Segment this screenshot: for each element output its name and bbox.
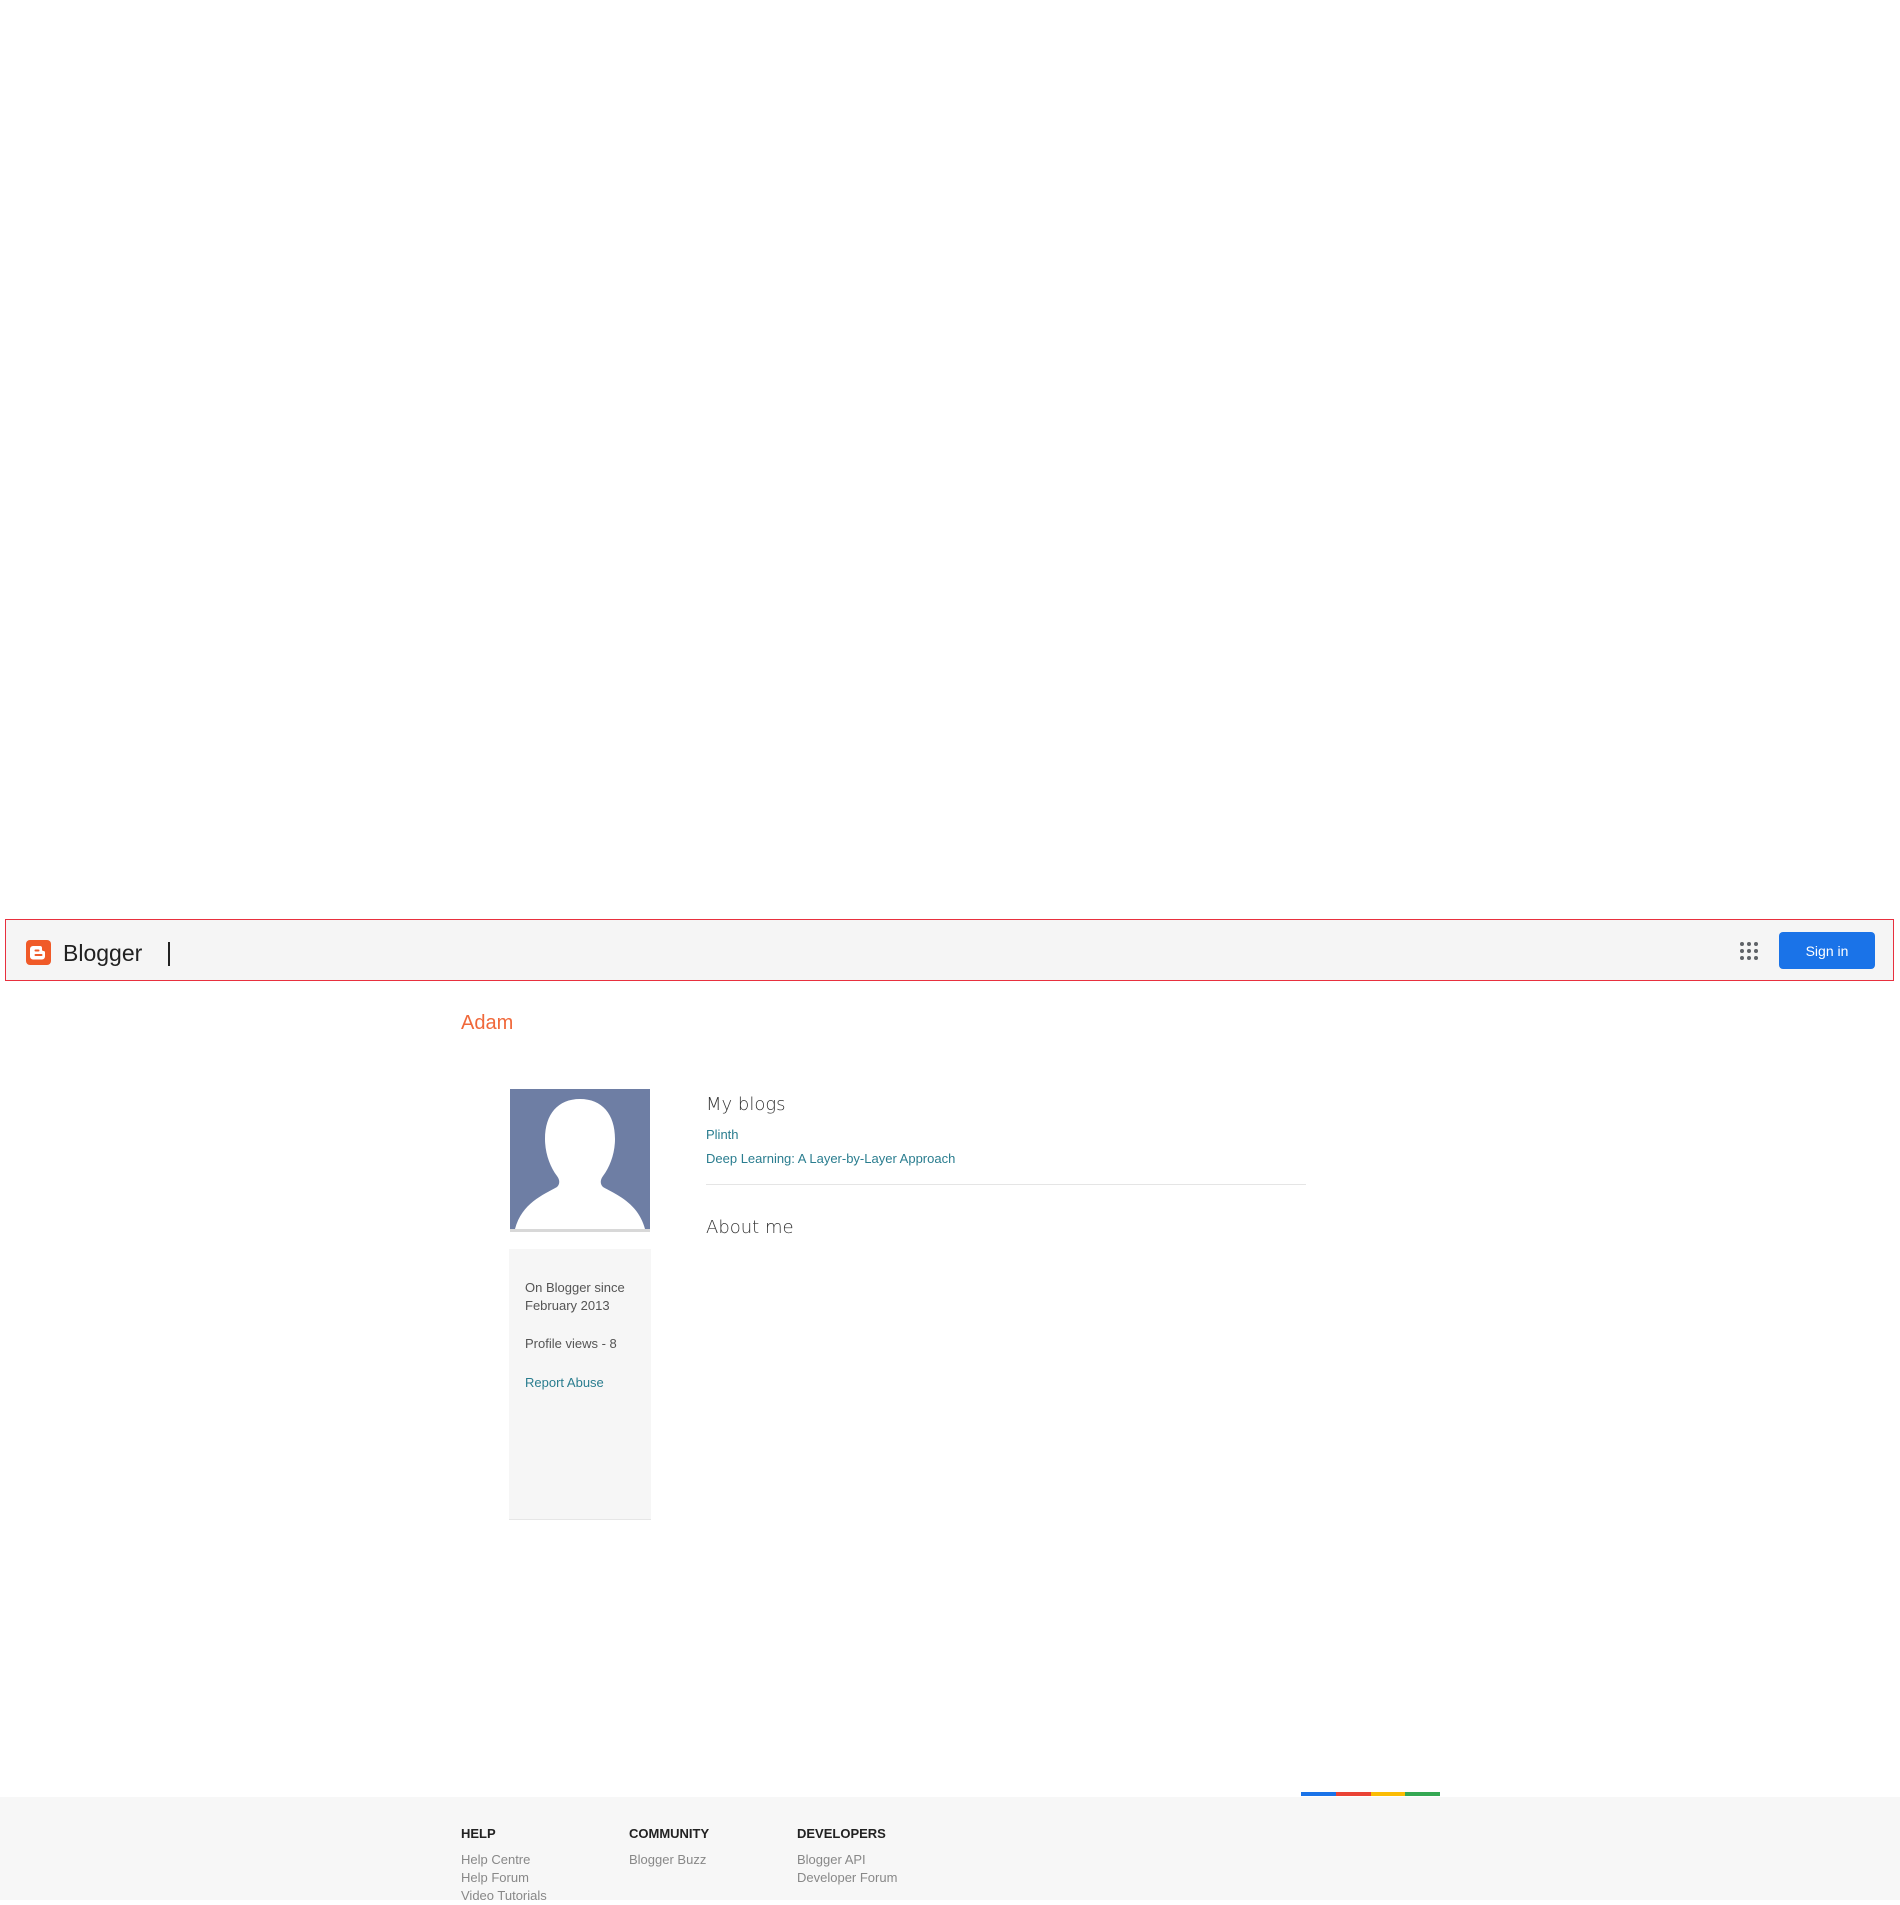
footer-link-developer-forum[interactable]: Developer Forum (797, 1869, 897, 1887)
footer (0, 1797, 1900, 1900)
top-bar: Blogger Sign in (5, 919, 1894, 981)
sign-in-button[interactable]: Sign in (1779, 932, 1875, 969)
default-avatar-silhouette (515, 1099, 645, 1229)
member-since-date: February 2013 (525, 1298, 610, 1313)
footer-link-help-forum[interactable]: Help Forum (461, 1869, 547, 1887)
my-blogs-heading: My blogs (706, 1094, 786, 1115)
footer-link-blogger-buzz[interactable]: Blogger Buzz (629, 1851, 709, 1869)
footer-help-heading: HELP (461, 1826, 496, 1841)
apps-grid-icon[interactable] (1737, 939, 1761, 963)
member-since-label: On Blogger since (525, 1280, 625, 1295)
google-color-stripe (1301, 1792, 1440, 1796)
blog-link-deep-learning[interactable]: Deep Learning: A Layer-by-Layer Approach (706, 1151, 955, 1166)
section-divider (706, 1184, 1306, 1185)
header-divider (168, 942, 170, 966)
about-me-heading: About me (706, 1217, 794, 1238)
footer-link-video-tutorials[interactable]: Video Tutorials (461, 1887, 547, 1905)
brand-name[interactable]: Blogger (63, 940, 142, 967)
report-abuse-link[interactable]: Report Abuse (525, 1375, 604, 1390)
footer-community-heading: COMMUNITY (629, 1826, 710, 1841)
footer-developers-column: DEVELOPERS Blogger API Developer Forum (797, 1826, 897, 1887)
footer-developers-heading: DEVELOPERS (797, 1826, 886, 1841)
profile-name: Adam (461, 1012, 514, 1034)
blogger-logo-icon[interactable] (26, 940, 51, 965)
footer-community-column: COMMUNITY Blogger Buzz (629, 1826, 709, 1869)
avatar (510, 1089, 650, 1232)
footer-link-help-centre[interactable]: Help Centre (461, 1851, 547, 1869)
footer-help-column: HELP Help Centre Help Forum Video Tutori… (461, 1826, 547, 1905)
profile-sidebar: On Blogger since February 2013 Profile v… (509, 1249, 651, 1520)
member-since: On Blogger since February 2013 (525, 1279, 645, 1315)
footer-link-blogger-api[interactable]: Blogger API (797, 1851, 897, 1869)
blog-link-plinth[interactable]: Plinth (706, 1127, 739, 1142)
profile-views: Profile views - 8 (525, 1336, 617, 1351)
